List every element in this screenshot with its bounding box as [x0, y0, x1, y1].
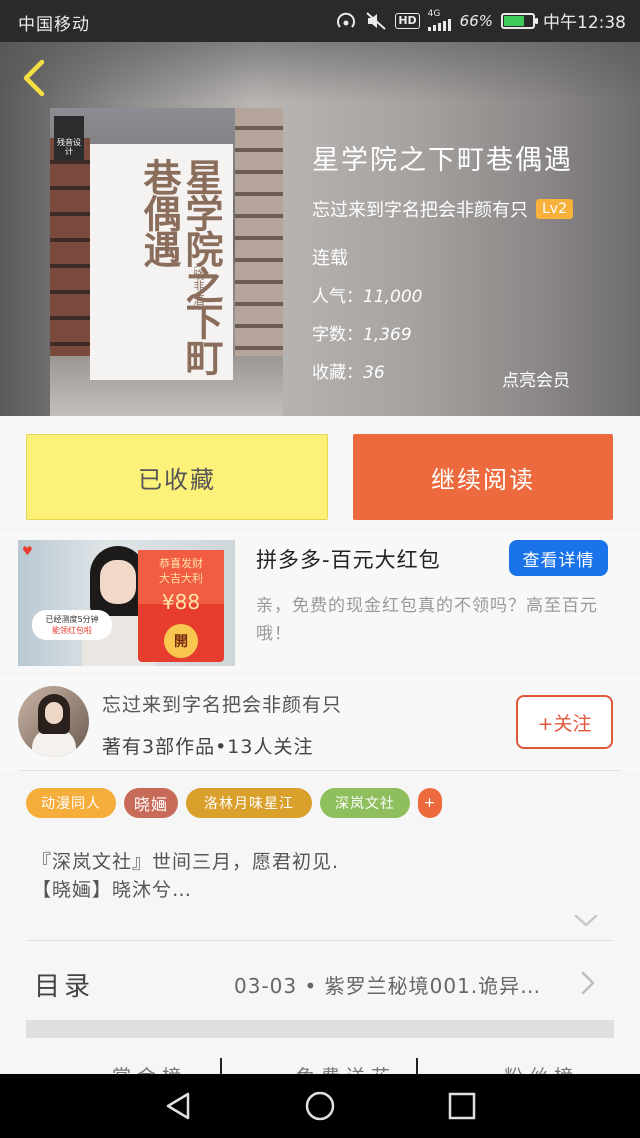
ad-bubble-line1: 已经测度5分钟	[45, 615, 99, 624]
words-stat: 字数：1,369	[312, 320, 412, 345]
author-section: 忘过来到字名把会非颜有只 著有3部作品•13人关注 +关注	[0, 676, 640, 772]
tag-item[interactable]: 动漫同人	[26, 788, 116, 818]
ad-image[interactable]: ♥ 已经测度5分钟 能领红包啦 恭喜发财 大吉大利 ¥88 開	[18, 540, 235, 666]
carrier-name: 中国移动	[18, 15, 90, 35]
chevron-left-icon	[23, 59, 45, 97]
ad-details-button[interactable]: 查看详情	[509, 540, 608, 576]
ad-person-face	[100, 560, 136, 604]
square-recent-icon	[448, 1092, 476, 1120]
navigation-bar	[0, 1074, 640, 1138]
triangle-back-icon	[166, 1092, 190, 1120]
favorites-value: 36	[363, 363, 385, 383]
table-of-contents-row[interactable]: 目录 03-03 • 紫罗兰秘境001.诡异…	[0, 942, 640, 1022]
tag-item[interactable]: 晓婳	[124, 788, 178, 818]
heart-icon: ♥	[22, 544, 33, 558]
author-name[interactable]: 忘过来到字名把会非颜有只	[102, 690, 342, 717]
add-tag-button[interactable]: +	[418, 788, 442, 818]
author-stats: 著有3部作品•13人关注	[102, 736, 314, 758]
book-status: 连载	[312, 248, 348, 269]
level-badge: Lv2	[536, 199, 573, 219]
words-label: 字数：	[312, 325, 363, 345]
nav-home-button[interactable]	[302, 1088, 338, 1124]
ad-description: 亲，免费的现金红包真的不领吗？高至百元哦！	[256, 596, 598, 644]
popularity-stat: 人气：11,000	[312, 282, 422, 307]
bottom-tabs: 赏金榜 免费送花 粉丝榜	[0, 1040, 640, 1076]
book-header: 残音设计 星学院之下町巷偶遇 〈晓非·酒〉 星学院之下町巷偶遇 忘过来到字名把会…	[0, 42, 640, 416]
cover-logo: 残音设计	[54, 116, 84, 160]
words-value: 1,369	[363, 325, 412, 345]
red-envelope-amount: ¥88	[161, 590, 201, 614]
nav-recent-button[interactable]	[444, 1088, 480, 1124]
ad-banner[interactable]: ♥ 已经测度5分钟 能领红包啦 恭喜发财 大吉大利 ¥88 開 拼多多-百元大红…	[0, 532, 640, 672]
avatar-face	[45, 702, 63, 724]
hd-badge: HD	[395, 12, 420, 29]
intro-line: 【晓婳】晓沐兮…	[32, 879, 193, 901]
hotspot-icon	[335, 11, 357, 31]
clock: 中午12:38	[543, 13, 626, 33]
popularity-value: 11,000	[363, 287, 423, 307]
signal-icon: 4G	[427, 9, 452, 31]
book-intro[interactable]: 『深岚文社』世间三月，愿君初见. 【晓婳】晓沐兮…	[32, 848, 612, 904]
ad-title: 拼多多-百元大红包	[256, 548, 441, 572]
continue-reading-button[interactable]: 继续阅读	[353, 434, 613, 520]
cover-building-left	[50, 138, 90, 358]
back-button[interactable]	[14, 56, 54, 100]
ad-bubble: 已经测度5分钟 能领红包啦	[32, 610, 112, 640]
status-bar: 中国移动 HD 4G 66% 中午12:38	[0, 0, 640, 42]
cover-subtitle: 〈晓非·酒〉	[192, 258, 205, 317]
latest-chapter: 03-03 • 紫罗兰秘境001.诡异…	[234, 974, 542, 998]
vip-link[interactable]: 点亮会员	[502, 366, 570, 391]
battery-percent: 66%	[459, 11, 493, 30]
collect-button[interactable]: 已收藏	[26, 434, 328, 520]
popularity-label: 人气：	[312, 287, 363, 307]
battery-fill	[504, 15, 524, 26]
ad-bubble-line2: 能领红包啦	[52, 626, 92, 635]
tag-list: 动漫同人 晓婳 洛林月味星江 深岚文社 +	[0, 788, 640, 820]
chevron-right-icon	[578, 970, 598, 996]
favorites-label: 收藏：	[312, 363, 363, 383]
red-envelope: 恭喜发财 大吉大利 ¥88 開	[138, 550, 224, 662]
action-buttons: 已收藏 继续阅读	[0, 416, 640, 528]
favorites-stat: 收藏：36	[312, 358, 385, 383]
status-icons: HD 4G 66% 中午12:38	[335, 8, 626, 33]
book-author-row: 忘过来到字名把会非颜有只 Lv2	[312, 196, 573, 222]
battery-icon	[501, 12, 538, 29]
book-title: 星学院之下町巷偶遇	[312, 145, 573, 176]
book-author[interactable]: 忘过来到字名把会非颜有只	[312, 196, 528, 222]
network-type: 4G	[427, 9, 441, 19]
tag-item[interactable]: 洛林月味星江	[186, 788, 312, 818]
tag-item[interactable]: 深岚文社	[320, 788, 410, 818]
mute-icon	[365, 11, 387, 31]
cover-building-right	[235, 108, 283, 368]
follow-button[interactable]: +关注	[516, 695, 613, 749]
divider	[18, 770, 622, 771]
nav-back-button[interactable]	[160, 1088, 196, 1124]
book-cover[interactable]: 残音设计 星学院之下町巷偶遇 〈晓非·酒〉	[50, 108, 283, 416]
circle-home-icon	[305, 1091, 335, 1121]
chevron-down-icon[interactable]	[572, 908, 600, 932]
toc-label: 目录	[34, 972, 95, 1002]
red-envelope-open: 開	[164, 624, 198, 658]
divider	[26, 940, 614, 941]
avatar[interactable]	[18, 686, 89, 757]
intro-line: 『深岚文社』世间三月，愿君初见.	[32, 851, 340, 873]
section-separator	[26, 1020, 614, 1038]
